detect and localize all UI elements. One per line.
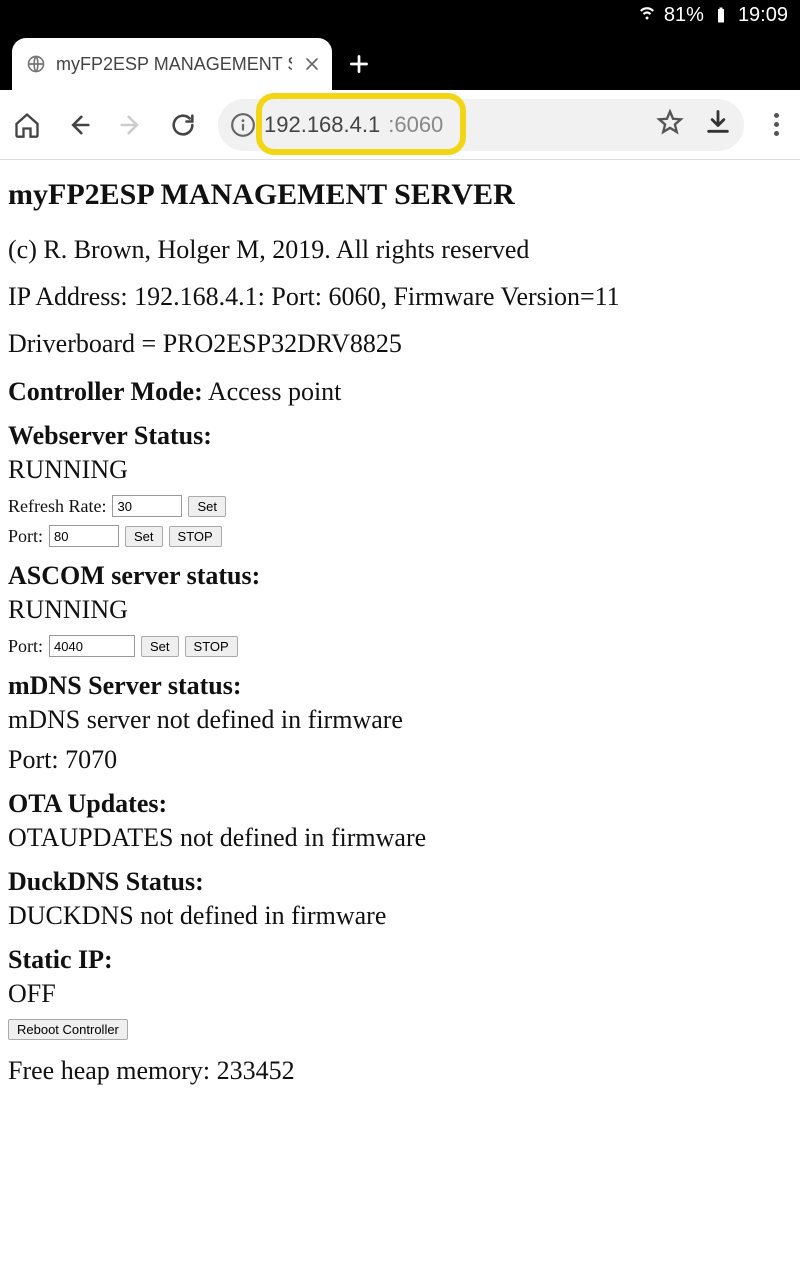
page-title: myFP2ESP MANAGEMENT SERVER <box>8 178 792 212</box>
ascom-port-row: Port: Set STOP <box>8 635 792 657</box>
battery-percent: 81% <box>664 4 704 27</box>
ota-status-value: OTAUPDATES not defined in firmware <box>8 823 792 853</box>
ascom-stop-button[interactable]: STOP <box>185 636 238 657</box>
browser-tab[interactable]: myFP2ESP MANAGEMENT S <box>12 38 332 90</box>
duckdns-status-value: DUCKDNS not defined in firmware <box>8 901 792 931</box>
address-host: 192.168.4.1 <box>264 112 380 138</box>
refresh-rate-set-button[interactable]: Set <box>188 496 226 517</box>
wifi-icon <box>638 3 656 27</box>
staticip-label: Static IP: <box>8 945 113 974</box>
driverboard-line: Driverboard = PRO2ESP32DRV8825 <box>8 324 792 363</box>
mdns-status-value: mDNS server not defined in firmware <box>8 705 792 735</box>
controller-mode-value: Access point <box>208 377 342 406</box>
webserver-port-row: Port: Set STOP <box>8 525 792 547</box>
webserver-port-input[interactable] <box>49 525 119 547</box>
free-heap-memory: Free heap memory: 233452 <box>8 1056 792 1086</box>
webserver-status-label: Webserver Status: <box>8 421 212 450</box>
address-port: :6060 <box>388 112 443 138</box>
forward-button[interactable] <box>114 108 148 142</box>
new-tab-button[interactable] <box>332 38 386 90</box>
bookmark-star-icon[interactable] <box>656 108 684 142</box>
address-bar[interactable]: 192.168.4.1 :6060 <box>218 99 744 151</box>
webserver-status-value: RUNNING <box>8 455 792 485</box>
globe-icon <box>26 54 46 74</box>
browser-tabstrip: myFP2ESP MANAGEMENT S <box>0 30 800 90</box>
android-status-bar: 81% 19:09 <box>0 0 800 30</box>
ascom-port-input[interactable] <box>49 635 135 657</box>
page-content: myFP2ESP MANAGEMENT SERVER (c) R. Brown,… <box>0 160 800 1136</box>
mdns-status-label: mDNS Server status: <box>8 671 242 700</box>
browser-toolbar: 192.168.4.1 :6060 <box>0 90 800 160</box>
copyright-line: (c) R. Brown, Holger M, 2019. All rights… <box>8 230 792 269</box>
refresh-rate-input[interactable] <box>112 495 182 517</box>
refresh-rate-label: Refresh Rate: <box>8 496 106 517</box>
staticip-value: OFF <box>8 979 792 1009</box>
network-info-line: IP Address: 192.168.4.1: Port: 6060, Fir… <box>8 277 792 316</box>
reboot-controller-button[interactable]: Reboot Controller <box>8 1019 128 1040</box>
ascom-status-value: RUNNING <box>8 595 792 625</box>
download-icon[interactable] <box>704 108 732 142</box>
ascom-status-label: ASCOM server status: <box>8 561 260 590</box>
back-button[interactable] <box>62 108 96 142</box>
site-info-icon[interactable] <box>230 112 256 138</box>
controller-mode-label: Controller Mode: <box>8 377 203 406</box>
webserver-port-set-button[interactable]: Set <box>125 526 163 547</box>
ascom-port-set-button[interactable]: Set <box>141 636 179 657</box>
refresh-rate-row: Refresh Rate: Set <box>8 495 792 517</box>
tab-title: myFP2ESP MANAGEMENT S <box>56 54 292 75</box>
close-icon[interactable] <box>302 54 322 74</box>
battery-icon <box>712 6 730 24</box>
reload-button[interactable] <box>166 108 200 142</box>
browser-menu-button[interactable] <box>762 111 790 139</box>
mdns-port: Port: 7070 <box>8 745 792 775</box>
webserver-port-label: Port: <box>8 526 43 547</box>
duckdns-label: DuckDNS Status: <box>8 867 204 896</box>
webserver-stop-button[interactable]: STOP <box>169 526 222 547</box>
ascom-port-label: Port: <box>8 636 43 657</box>
clock-time: 19:09 <box>738 4 788 27</box>
home-button[interactable] <box>10 108 44 142</box>
ota-label: OTA Updates <box>8 789 167 818</box>
